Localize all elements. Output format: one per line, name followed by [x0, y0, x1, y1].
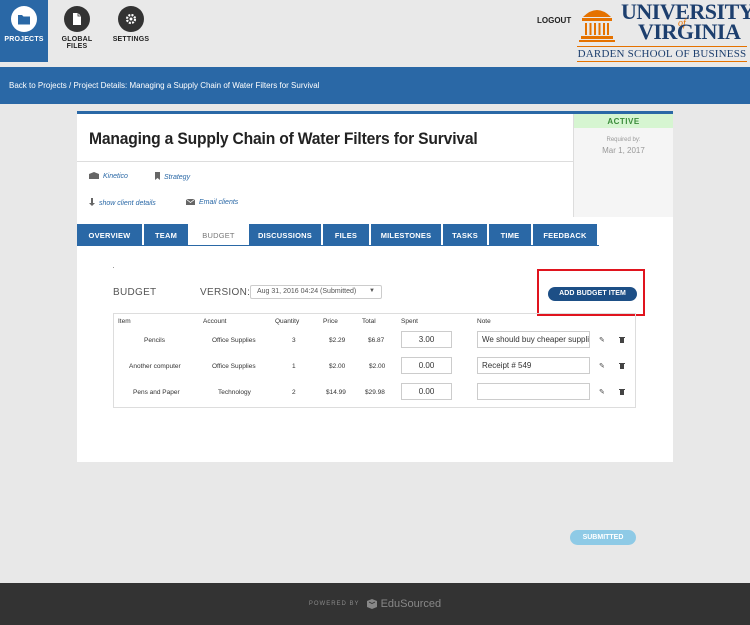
- col-header-account: Account: [203, 318, 227, 325]
- top-header: PROJECTS GLOBAL FILES SETTINGS LOGOUT UN…: [0, 0, 750, 67]
- col-header-note: Note: [477, 318, 491, 325]
- cell-quantity: 3: [292, 337, 296, 344]
- nav-projects-label: PROJECTS: [4, 36, 44, 43]
- spent-input[interactable]: 3.00: [401, 331, 452, 348]
- logout-link[interactable]: LOGOUT: [537, 16, 571, 25]
- project-header: Managing a Supply Chain of Water Filters…: [77, 114, 573, 217]
- cell-item: Another computer: [129, 363, 181, 370]
- envelope-icon: [185, 198, 196, 207]
- trash-icon[interactable]: [619, 336, 625, 345]
- edit-icon[interactable]: ✎: [599, 362, 605, 370]
- project-card: Managing a Supply Chain of Water Filters…: [77, 111, 673, 545]
- version-label: VERSION:: [200, 287, 251, 298]
- tab-team[interactable]: TEAM: [144, 224, 188, 246]
- page-title: Managing a Supply Chain of Water Filters…: [89, 129, 478, 148]
- trash-icon[interactable]: [619, 388, 625, 397]
- note-input[interactable]: [477, 383, 590, 400]
- caret-down-icon: ▼: [369, 288, 375, 294]
- edusourced-icon: [366, 599, 377, 609]
- category-link[interactable]: Strategy: [155, 172, 190, 182]
- tab-milestones[interactable]: MILESTONES: [371, 224, 441, 246]
- version-select-value: Aug 31, 2016 04:24 (Submitted): [257, 288, 357, 295]
- tab-feedback[interactable]: FEEDBACK: [533, 224, 597, 246]
- cell-item: Pens and Paper: [133, 389, 180, 396]
- budget-table: Item Account Quantity Price Total Spent …: [113, 313, 636, 408]
- cell-total: $6.87: [368, 337, 385, 344]
- category-name: Strategy: [164, 173, 191, 181]
- nav-settings-label: SETTINGS: [112, 36, 150, 43]
- edit-icon[interactable]: ✎: [599, 388, 605, 396]
- arrow-down-icon: [89, 198, 95, 208]
- email-clients-label: Email clients: [199, 199, 239, 206]
- dot: [113, 267, 114, 268]
- nav-global-files-label: GLOBAL FILES: [61, 36, 93, 50]
- footer: POWERED BY EduSourced: [0, 583, 750, 625]
- col-header-quantity: Quantity: [275, 318, 300, 325]
- version-select[interactable]: Aug 31, 2016 04:24 (Submitted) ▼: [250, 285, 382, 299]
- project-tabs: OVERVIEW TEAM BUDGET DISCUSSIONS FILES M…: [77, 224, 673, 246]
- tab-files[interactable]: FILES: [323, 224, 369, 246]
- tab-time[interactable]: TIME: [489, 224, 531, 246]
- col-header-price: Price: [323, 318, 338, 325]
- nav-projects[interactable]: PROJECTS: [0, 0, 48, 62]
- cell-item: Pencils: [144, 337, 165, 344]
- rotunda-icon: [579, 10, 615, 42]
- gear-icon: [118, 6, 144, 32]
- col-header-item: Item: [118, 318, 131, 325]
- cell-account: Office Supplies: [212, 363, 256, 370]
- highlight-box: [537, 269, 645, 316]
- tab-budget[interactable]: BUDGET: [190, 224, 247, 246]
- required-by-date: Mar 1, 2017: [602, 146, 645, 155]
- nav-settings[interactable]: SETTINGS: [108, 0, 154, 62]
- budget-heading: BUDGET: [113, 287, 157, 298]
- company-name: Kinetico: [103, 173, 128, 180]
- cell-price: $2.29: [329, 337, 346, 344]
- email-clients-link[interactable]: Email clients: [185, 198, 239, 207]
- bookmark-icon: [155, 172, 160, 182]
- tab-tasks[interactable]: TASKS: [443, 224, 487, 246]
- file-icon: [64, 6, 90, 32]
- show-client-details-label: show client details: [99, 199, 156, 207]
- cell-quantity: 2: [292, 389, 296, 396]
- submitted-button[interactable]: SUBMITTED: [570, 530, 636, 545]
- cell-total: $29.98: [365, 389, 385, 396]
- cell-total: $2.00: [369, 363, 386, 370]
- required-by-label: Required by:: [606, 137, 641, 143]
- status-panel: ACTIVE Required by: Mar 1, 2017: [573, 114, 673, 217]
- edusourced-logo: EduSourced: [366, 598, 442, 610]
- building-icon: [89, 172, 99, 181]
- cell-price: $2.00: [329, 363, 346, 370]
- uva-darden-logo: UNIVERSITY of VIRGINIA DARDEN SCHOOL OF …: [574, 0, 750, 67]
- cell-account: Office Supplies: [212, 337, 256, 344]
- nav-global-files[interactable]: GLOBAL FILES: [52, 0, 102, 62]
- note-input[interactable]: We should buy cheaper suppli: [477, 331, 590, 348]
- spent-input[interactable]: 0.00: [401, 383, 452, 400]
- edit-icon[interactable]: ✎: [599, 336, 605, 344]
- tab-overview[interactable]: OVERVIEW: [77, 224, 142, 246]
- col-header-total: Total: [362, 318, 376, 325]
- logo-virginia: VIRGINIA: [638, 19, 741, 44]
- col-header-spent: Spent: [401, 318, 418, 325]
- divider: [77, 161, 573, 162]
- show-client-details-link[interactable]: show client details: [89, 198, 156, 208]
- status-badge: ACTIVE: [574, 114, 673, 128]
- budget-panel: BUDGET VERSION: Aug 31, 2016 04:24 (Subm…: [77, 246, 673, 545]
- folder-icon: [11, 6, 37, 32]
- note-input[interactable]: Receipt # 549: [477, 357, 590, 374]
- spent-input[interactable]: 0.00: [401, 357, 452, 374]
- trash-icon[interactable]: [619, 362, 625, 371]
- powered-by-label: POWERED BY: [308, 601, 360, 607]
- tab-discussions[interactable]: DISCUSSIONS: [249, 224, 321, 246]
- logo-darden: DARDEN SCHOOL OF BUSINESS: [577, 46, 747, 62]
- edusourced-brand: EduSourced: [380, 598, 442, 610]
- breadcrumb[interactable]: Back to Projects / Project Details: Mana…: [0, 67, 750, 104]
- company-link[interactable]: Kinetico: [89, 172, 128, 181]
- cell-account: Technology: [218, 389, 251, 396]
- cell-price: $14.99: [326, 389, 346, 396]
- cell-quantity: 1: [292, 363, 296, 370]
